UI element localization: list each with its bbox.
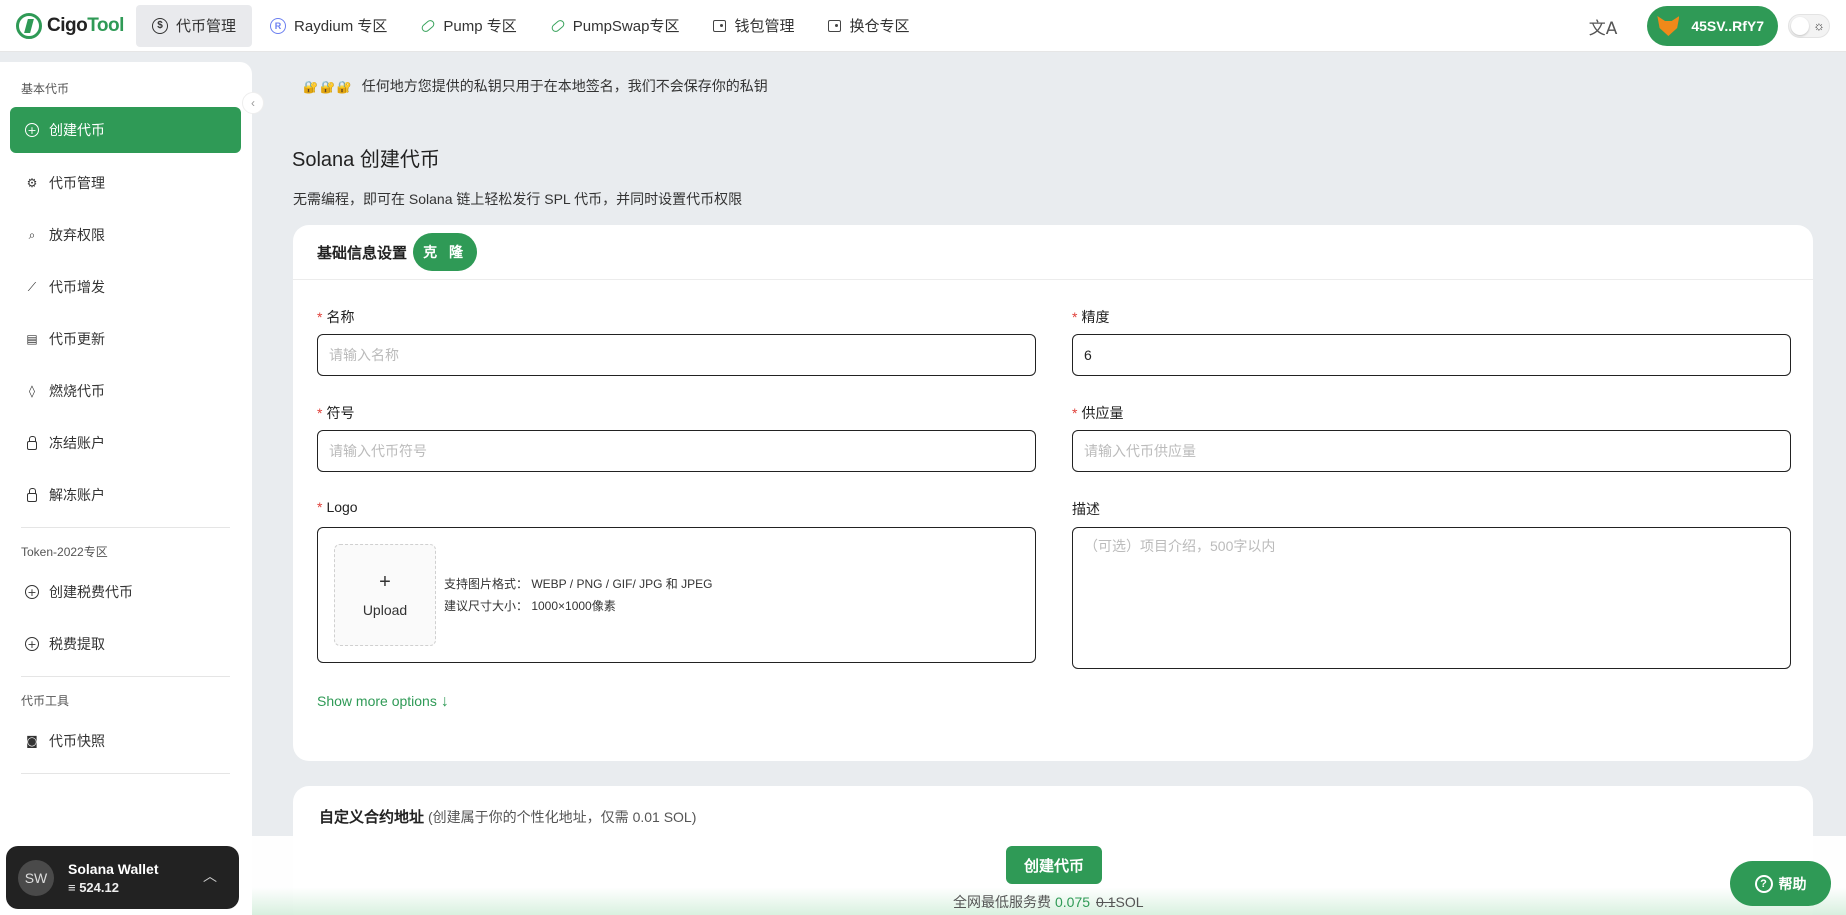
sidebar-section-tools: 代币工具 — [21, 694, 70, 708]
symbol-input[interactable] — [317, 430, 1036, 472]
lock-icon: 🔐🔐🔐 — [303, 80, 354, 94]
decimals-input[interactable] — [1072, 334, 1791, 376]
toggle-knob — [1791, 17, 1809, 35]
wallet-balance: ≡ 524.12 — [68, 879, 119, 895]
format-hint: 支持图片格式： WEBP / PNG / GIF/ JPG 和 JPEG — [444, 577, 713, 591]
unlock-icon — [27, 487, 37, 502]
sidebar-item-token-snapshot[interactable]: ◙ 代币快照 — [10, 718, 241, 764]
chevron-up-icon: ︿ — [203, 868, 217, 884]
service-fee: 全网最低服务费 0.075 0.1SOL — [953, 894, 1144, 910]
help-button[interactable]: ? 帮助 — [1730, 861, 1831, 906]
plus-circle-icon: + — [25, 123, 39, 137]
chart-line-icon: ⟋ — [27, 279, 37, 294]
logo-label: * Logo — [317, 499, 358, 515]
supply-label: * 供应量 — [1072, 405, 1124, 421]
symbol-label: * 符号 — [317, 405, 355, 421]
sidebar-item-revoke-authority[interactable]: ⌕ 放弃权限 — [10, 212, 241, 258]
clone-button[interactable]: 克 隆 — [413, 233, 478, 271]
gears-icon: ⚙ — [26, 176, 38, 190]
top-bar: CigoTool $ 代币管理 R Raydium 专区 Pump 专区 Pum… — [0, 0, 1846, 52]
sidebar-item-create-tax-token[interactable]: + 创建税费代币 — [10, 569, 241, 615]
main-nav: $ 代币管理 R Raydium 专区 Pump 专区 PumpSwap专区 钱… — [136, 0, 927, 52]
sun-icon: ☼ — [1813, 18, 1825, 33]
plus-circle-icon: + — [25, 637, 39, 651]
supply-input[interactable] — [1072, 430, 1791, 472]
decimals-label: * 精度 — [1072, 309, 1110, 325]
sidebar-item-freeze-account[interactable]: 冻结账户 — [10, 420, 241, 466]
metamask-fox-icon — [1657, 16, 1680, 36]
name-label: * 名称 — [317, 309, 355, 325]
wallet-icon — [828, 19, 842, 32]
sidebar: 基本代币 + 创建代币 ⚙ 代币管理 ⌕ 放弃权限 ⟋ 代币增发 ▤ 代币更新 … — [0, 62, 252, 915]
flame-icon: ◊ — [29, 384, 35, 398]
page-description: 无需编程，即可在 Solana 链上轻松发行 SPL 代币，并同时设置代币权限 — [293, 191, 743, 207]
document-icon: ▤ — [26, 332, 38, 346]
nav-pumpswap[interactable]: PumpSwap专区 — [535, 5, 696, 47]
nav-raydium[interactable]: R Raydium 专区 — [254, 5, 403, 47]
camera-icon: ◙ — [26, 734, 38, 748]
sidebar-divider — [21, 676, 230, 677]
chevron-left-icon: ‹ — [251, 96, 255, 110]
basic-info-card: 基础信息设置 克 隆 *名称 *精度 *符号 *供应量 *Logo + Uplo… — [293, 225, 1813, 761]
sidebar-item-mint-more[interactable]: ⟋ 代币增发 — [10, 264, 241, 310]
sidebar-item-burn-token[interactable]: ◊ 燃烧代币 — [10, 368, 241, 414]
custom-address-heading: 自定义合约地址 (创建属于你的个性化地址，仅需 0.01 SOL) — [319, 809, 697, 826]
lock-icon — [27, 435, 37, 450]
nav-pump[interactable]: Pump 专区 — [405, 5, 532, 47]
page-title: Solana 创建代币 — [292, 149, 440, 171]
nav-swap-positions[interactable]: 换仓专区 — [812, 5, 925, 47]
plus-circle-icon: + — [25, 585, 39, 599]
search-icon: ⌕ — [28, 227, 36, 242]
sidebar-section-token-2022: Token-2022专区 — [21, 545, 108, 559]
description-label: 描述 — [1072, 501, 1100, 517]
upload-button[interactable]: + Upload — [334, 544, 436, 646]
brand-logo[interactable]: CigoTool — [16, 12, 136, 39]
sidebar-divider — [21, 527, 230, 528]
card-heading: 基础信息设置 — [317, 244, 408, 262]
arrow-down-icon: ↓ — [440, 693, 449, 710]
show-more-options-link[interactable]: Show more options ↓ — [317, 693, 449, 711]
pill-icon — [420, 17, 437, 34]
wallet-icon — [713, 19, 727, 32]
translate-icon[interactable]: 文A — [1589, 14, 1618, 39]
pill-icon — [549, 17, 566, 34]
privacy-notice: 🔐🔐🔐 任何地方您提供的私钥只用于在本地签名，我们不会保存你的私钥 — [303, 78, 768, 94]
theme-toggle[interactable]: ☼ — [1788, 14, 1830, 38]
sidebar-item-withdraw-tax[interactable]: + 税费提取 — [10, 621, 241, 667]
avatar: SW — [18, 859, 54, 896]
sidebar-item-thaw-account[interactable]: 解冻账户 — [10, 472, 241, 518]
name-input[interactable] — [317, 334, 1036, 376]
dollar-icon: $ — [152, 17, 168, 34]
size-hint: 建议尺寸大小： 1000×1000像素 — [444, 599, 616, 613]
nav-token-management[interactable]: $ 代币管理 — [136, 4, 253, 47]
brand-name: CigoTool — [47, 14, 124, 36]
create-token-button[interactable]: 创建代币 — [1006, 846, 1102, 884]
nav-wallet-management[interactable]: 钱包管理 — [697, 5, 810, 47]
connected-wallet-button[interactable]: 45SV..RfY7 — [1647, 6, 1778, 46]
description-textarea[interactable] — [1072, 527, 1791, 669]
sidebar-wallet-card[interactable]: SW Solana Wallet ≡ 524.12 ︿ — [6, 846, 239, 909]
raydium-icon: R — [270, 17, 287, 34]
question-icon: ? — [1754, 874, 1773, 893]
sidebar-item-create-token[interactable]: + 创建代币 — [10, 107, 241, 153]
sidebar-item-token-management[interactable]: ⚙ 代币管理 — [10, 160, 241, 206]
plus-icon: + — [379, 571, 391, 593]
sidebar-item-update-token[interactable]: ▤ 代币更新 — [10, 316, 241, 362]
sidebar-divider — [21, 773, 230, 774]
wallet-name: Solana Wallet — [68, 860, 159, 877]
logo-upload-area: + Upload 支持图片格式： WEBP / PNG / GIF/ JPG 和… — [317, 527, 1036, 663]
logo-icon — [16, 12, 42, 39]
sidebar-section-basic: 基本代币 — [21, 82, 70, 96]
sidebar-collapse-button[interactable]: ‹ — [242, 92, 264, 114]
